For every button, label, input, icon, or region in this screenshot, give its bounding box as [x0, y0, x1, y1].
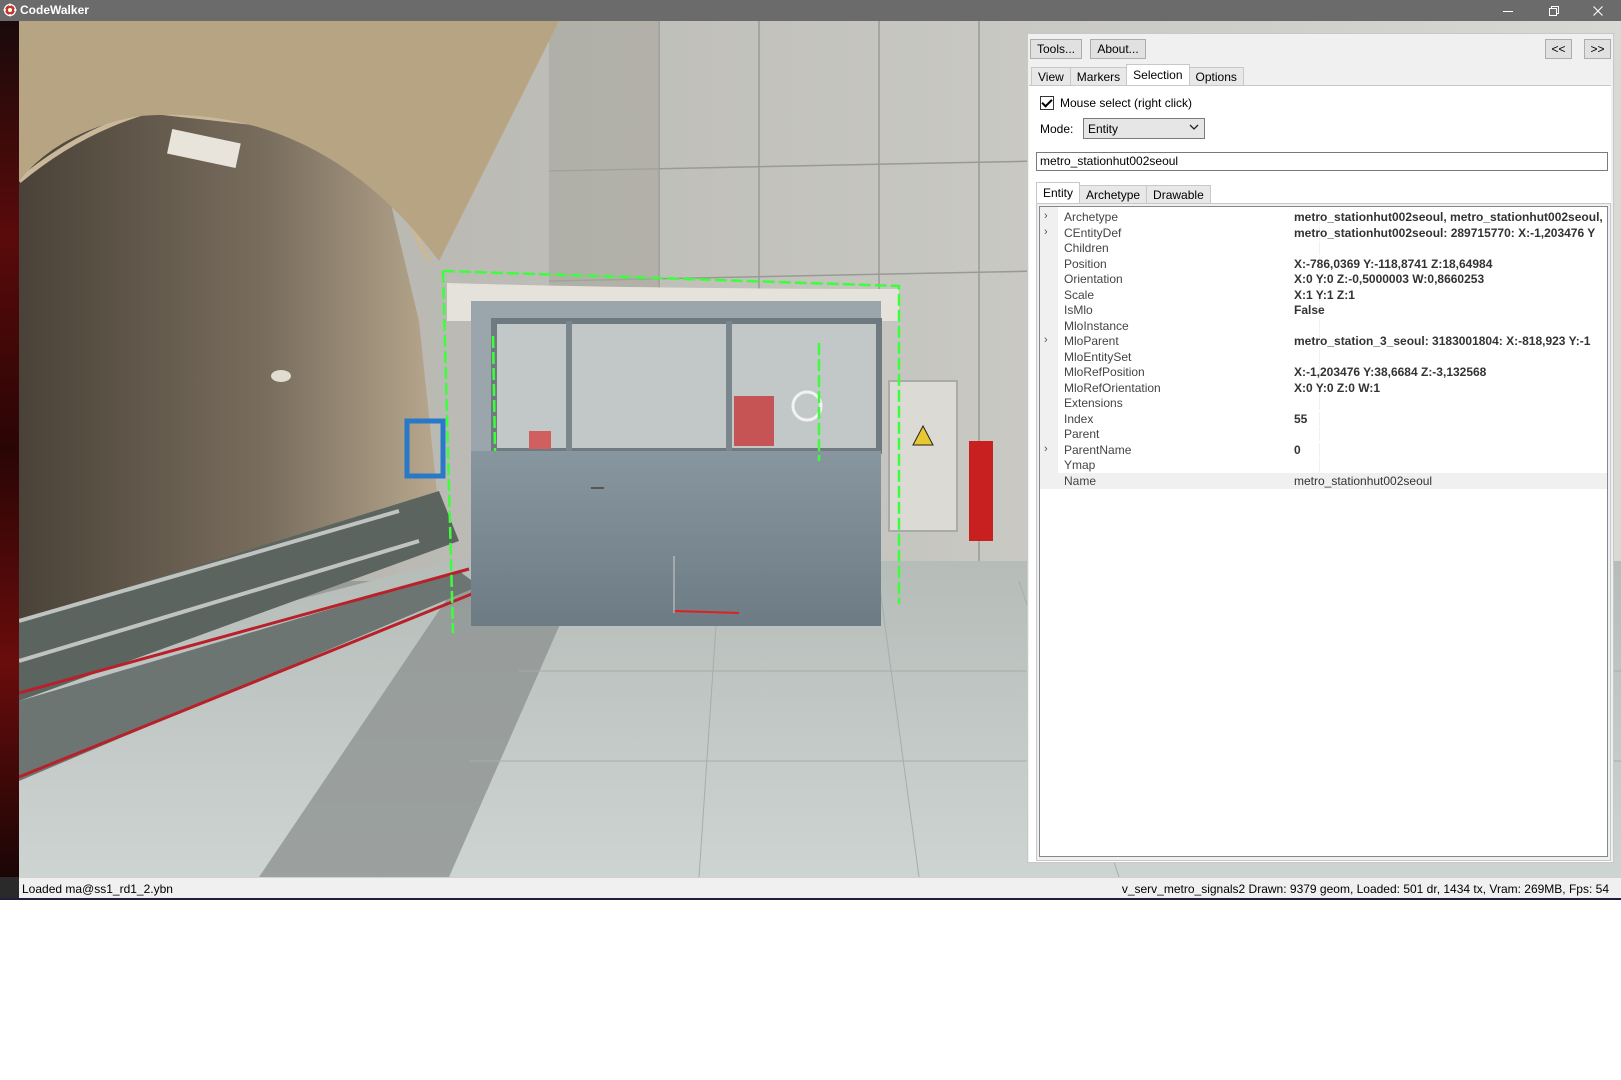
- codewalker-window: CodeWalker Tools... About... << >> View …: [0, 0, 1621, 899]
- about-button[interactable]: About...: [1090, 39, 1146, 59]
- property-row-parent[interactable]: Parent: [1040, 426, 1607, 442]
- window-title: CodeWalker: [20, 3, 89, 17]
- property-row-mloentityset[interactable]: MloEntitySet: [1040, 349, 1607, 365]
- property-value[interactable]: metro_stationhut002seoul: [1294, 474, 1605, 488]
- mouse-select-label: Mouse select (right click): [1060, 96, 1193, 110]
- property-value[interactable]: False: [1294, 303, 1605, 317]
- chevron-right-icon[interactable]: ›: [1044, 210, 1054, 222]
- property-name: MloInstance: [1064, 318, 1320, 333]
- property-row-mloparent[interactable]: › MloParent metro_station_3_seoul: 3183001…: [1040, 333, 1607, 349]
- property-row-extensions[interactable]: Extensions: [1040, 395, 1607, 411]
- property-row-ymap[interactable]: Ymap: [1040, 457, 1607, 473]
- property-row-centitydef[interactable]: › CEntityDef metro_stationhut002seoul: 289…: [1040, 225, 1607, 241]
- status-message: Loaded ma@ss1_rd1_2.ybn: [22, 882, 173, 896]
- tab-view[interactable]: View: [1031, 67, 1071, 85]
- property-name: MloRefPosition: [1064, 365, 1320, 379]
- property-value[interactable]: 0: [1294, 443, 1605, 457]
- background-window-edge: [0, 21, 19, 877]
- tab-entity[interactable]: Entity: [1036, 182, 1081, 203]
- codewalker-gear-icon: [3, 3, 17, 17]
- property-row-mlorefposition[interactable]: MloRefPosition X:-1,203476 Y:38,6684 Z:-3…: [1040, 364, 1607, 380]
- property-name: Position: [1064, 256, 1320, 271]
- property-row-name[interactable]: Name metro_stationhut002seoul: [1040, 472, 1607, 489]
- property-value[interactable]: 55: [1294, 412, 1605, 426]
- property-name: MloParent: [1064, 334, 1320, 348]
- window-border: [0, 898, 1621, 900]
- entity-tab-page: › Archetype metro_stationhut002seoul, metr…: [1036, 203, 1611, 861]
- property-grid[interactable]: › Archetype metro_stationhut002seoul, metr…: [1039, 206, 1608, 857]
- property-value[interactable]: X:0 Y:0 Z:-0,5000003 W:0,8660253: [1294, 272, 1605, 286]
- property-name: Extensions: [1064, 396, 1320, 410]
- property-name: Children: [1064, 241, 1320, 255]
- property-name: Ymap: [1064, 458, 1320, 472]
- property-name: MloRefOrientation: [1064, 380, 1320, 395]
- property-value[interactable]: metro_stationhut002seoul: 289715770: X:-…: [1294, 226, 1605, 240]
- property-name: Scale: [1064, 287, 1320, 302]
- selection-name-field[interactable]: metro_stationhut002seoul: [1036, 152, 1608, 171]
- property-name: Name: [1064, 473, 1320, 488]
- property-name: Archetype: [1064, 210, 1320, 224]
- property-name: IsMlo: [1064, 303, 1320, 317]
- property-value[interactable]: metro_station_3_seoul: 3183001804: X:-81…: [1294, 334, 1605, 348]
- mode-dropdown[interactable]: Entity: [1083, 118, 1205, 139]
- tab-markers[interactable]: Markers: [1069, 67, 1128, 85]
- tab-selection[interactable]: Selection: [1126, 64, 1190, 85]
- mode-label: Mode:: [1040, 122, 1074, 136]
- status-bar: Loaded ma@ss1_rd1_2.ybn v_serv_metro_sig…: [19, 877, 1621, 899]
- close-icon[interactable]: [1575, 0, 1621, 21]
- property-value[interactable]: metro_stationhut002seoul, metro_stationh…: [1294, 210, 1605, 224]
- tab-archetype[interactable]: Archetype: [1079, 185, 1148, 203]
- property-name: Orientation: [1064, 272, 1320, 286]
- property-row-parentname[interactable]: › ParentName 0: [1040, 442, 1607, 458]
- title-bar[interactable]: CodeWalker: [0, 0, 1621, 21]
- collapse-panel-button[interactable]: <<: [1545, 39, 1572, 59]
- property-row-archetype[interactable]: › Archetype metro_stationhut002seoul, metr…: [1040, 209, 1607, 225]
- property-row-scale[interactable]: Scale X:1 Y:1 Z:1: [1040, 287, 1607, 303]
- main-tab-strip: View Markers Selection Options: [1031, 64, 1244, 85]
- chevron-down-icon: [1189, 122, 1199, 135]
- restore-icon[interactable]: [1531, 0, 1577, 21]
- mouse-select-checkbox[interactable]: Mouse select (right click): [1040, 96, 1192, 110]
- property-name: MloEntitySet: [1064, 349, 1320, 364]
- entity-tab-strip: Entity Archetype Drawable: [1036, 182, 1211, 203]
- minimize-icon[interactable]: [1485, 0, 1531, 21]
- tab-drawable[interactable]: Drawable: [1146, 185, 1211, 203]
- chevron-right-icon[interactable]: ›: [1044, 443, 1054, 455]
- property-name: Parent: [1064, 427, 1320, 441]
- checkbox-checked-icon[interactable]: [1040, 96, 1054, 110]
- property-name: ParentName: [1064, 442, 1320, 457]
- expand-panel-button[interactable]: >>: [1584, 39, 1611, 59]
- mode-dropdown-value: Entity: [1088, 121, 1119, 136]
- property-value[interactable]: X:0 Y:0 Z:0 W:1: [1294, 381, 1605, 395]
- property-value[interactable]: X:-1,203476 Y:38,6684 Z:-3,132568: [1294, 365, 1605, 379]
- chevron-right-icon[interactable]: ›: [1044, 334, 1054, 346]
- property-name: Index: [1064, 411, 1320, 426]
- property-row-mloreforientation[interactable]: MloRefOrientation X:0 Y:0 Z:0 W:1: [1040, 380, 1607, 396]
- tools-button[interactable]: Tools...: [1030, 39, 1082, 59]
- tools-panel: Tools... About... << >> View Markers Sel…: [1027, 33, 1614, 863]
- property-value[interactable]: X:1 Y:1 Z:1: [1294, 288, 1605, 302]
- render-stats: v_serv_metro_signals2 Drawn: 9379 geom, …: [1121, 882, 1609, 896]
- property-row-ismlo[interactable]: IsMlo False: [1040, 302, 1607, 318]
- property-row-mloinstance[interactable]: MloInstance: [1040, 318, 1607, 334]
- tab-options[interactable]: Options: [1188, 67, 1244, 85]
- property-row-index[interactable]: Index 55: [1040, 411, 1607, 427]
- property-name: CEntityDef: [1064, 225, 1320, 240]
- selection-tab-page: Mouse select (right click) Mode: Entity …: [1029, 85, 1611, 862]
- property-row-children[interactable]: Children: [1040, 240, 1607, 256]
- chevron-right-icon[interactable]: ›: [1044, 226, 1054, 238]
- property-row-position[interactable]: Position X:-786,0369 Y:-118,8741 Z:18,649…: [1040, 256, 1607, 272]
- property-row-orientation[interactable]: Orientation X:0 Y:0 Z:-0,5000003 W:0,8660…: [1040, 271, 1607, 287]
- property-value[interactable]: X:-786,0369 Y:-118,8741 Z:18,64984: [1294, 257, 1605, 271]
